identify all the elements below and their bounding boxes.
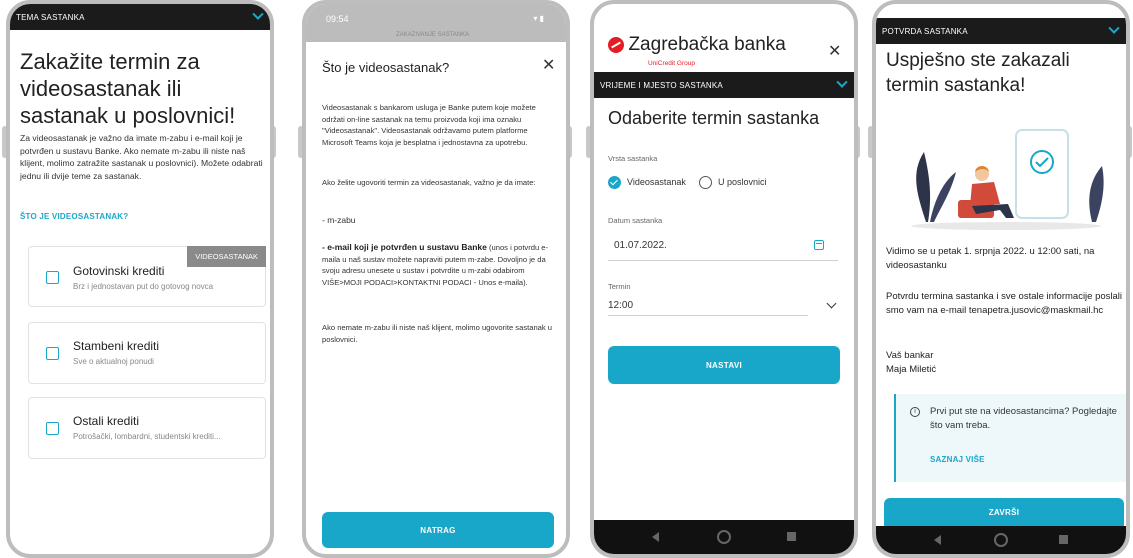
status-icons: ▾ ▮	[533, 14, 544, 23]
date-label: Datum sastanka	[608, 216, 663, 225]
topic-subtitle: Brz i jednostavan put do gotovog novca	[73, 282, 214, 291]
close-icon[interactable]: ✕	[542, 58, 555, 74]
continue-button[interactable]: NASTAVI	[608, 346, 840, 384]
requirement-email: - e-mail koji je potvrđen u sustavu Bank…	[322, 242, 560, 288]
background-page-title: ZAKAZIVANJE SASTANKA	[396, 32, 470, 38]
section-title: TEMA SASTANKA	[16, 12, 85, 22]
video-meeting-tag: VIDEOSASTANAK	[187, 246, 266, 267]
info-text: Prvi put ste na videosastancima? Pogleda…	[930, 406, 1117, 431]
illustration-person-body	[970, 182, 1000, 206]
section-title: POTVRDA SASTANKA	[882, 26, 968, 36]
android-nav-bar	[594, 520, 854, 554]
illustration-leaf-left-2	[930, 172, 956, 222]
what-is-video-meeting-link[interactable]: ŠTO JE VIDEOSASTANAK?	[20, 212, 128, 221]
topic-card-cash-loans[interactable]: VIDEOSASTANAK Gotovinski krediti Brz i j…	[28, 246, 266, 307]
status-time: 09:54	[326, 14, 349, 24]
bank-logo: Zagrebačka banka UniCredit Group	[608, 34, 786, 67]
banker-name: Maja Miletić	[886, 364, 937, 375]
bank-logo-subtitle: UniCredit Group	[648, 60, 695, 67]
illustration-leaf-right	[1089, 166, 1104, 222]
topic-checkbox[interactable]	[46, 271, 59, 284]
bank-logo-mark-icon	[608, 37, 624, 53]
phone-screen-confirmation: POTVRDA SASTANKA Uspješno ste zakazali t…	[872, 0, 1130, 558]
phone-screen-topic: TEMA SASTANKA Zakažite termin za videosa…	[6, 0, 274, 558]
section-header-topic[interactable]: TEMA SASTANKA	[10, 4, 270, 30]
chevron-down-icon	[252, 8, 264, 20]
info-icon: i	[910, 407, 920, 417]
learn-more-link[interactable]: SAZNAJ VIŠE	[930, 455, 985, 464]
topic-subtitle: Potrošački, lombardni, studentski kredit…	[73, 432, 221, 441]
back-button[interactable]: NATRAG	[322, 512, 554, 548]
nav-home-icon[interactable]	[717, 530, 731, 544]
chevron-down-icon	[836, 76, 848, 88]
modal-paragraph: Ako želite ugovoriti termin za videosast…	[322, 178, 536, 187]
info-box: i Prvi put ste na videosastancima? Pogle…	[894, 394, 1126, 482]
topic-checkbox[interactable]	[46, 347, 59, 360]
chevron-down-icon[interactable]	[826, 298, 837, 309]
nav-recents-icon[interactable]	[1059, 535, 1068, 544]
radio-video-meeting-label: Videosastanak	[627, 177, 686, 187]
android-nav-bar	[876, 526, 1126, 554]
illustration-shadow	[911, 222, 1101, 230]
nav-back-icon[interactable]	[934, 535, 941, 545]
nav-back-icon[interactable]	[652, 532, 659, 542]
requirement-email-bold: - e-mail koji je potvrđen u sustavu Bank…	[322, 242, 487, 252]
phone-screen-info-modal: 09:54 ▾ ▮ ZAKAZIVANJE SASTANKA Što je vi…	[302, 0, 570, 558]
status-bar: 09:54 ▾ ▮ ZAKAZIVANJE SASTANKA	[306, 4, 566, 42]
nav-home-icon[interactable]	[994, 533, 1008, 547]
meeting-type-label: Vrsta sastanka	[608, 154, 658, 163]
radio-branch-meeting[interactable]	[699, 176, 712, 189]
topic-card-housing-loans[interactable]: Stambeni krediti Sve o aktualnoj ponudi	[28, 322, 266, 384]
date-input[interactable]: 01.07.2022.	[614, 240, 667, 251]
topic-checkbox[interactable]	[46, 422, 59, 435]
intro-text: Za videosastanak je važno da imate m-zab…	[20, 133, 263, 181]
topic-title: Ostali krediti	[73, 414, 140, 428]
illustration-leaf-left	[916, 152, 931, 222]
topic-card-other-loans[interactable]: Ostali krediti Potrošački, lombardni, st…	[28, 397, 266, 459]
time-field-underline	[608, 315, 808, 316]
calendar-icon[interactable]	[814, 240, 824, 250]
nav-recents-icon[interactable]	[787, 532, 796, 541]
modal-paragraph: Ako nemate m-zabu ili niste naš klijent,…	[322, 323, 553, 344]
radio-branch-meeting-label: U poslovnici	[718, 177, 767, 187]
modal-title: Što je videosastanak?	[322, 60, 450, 75]
date-field-underline	[608, 260, 838, 261]
signoff-text: Vaš bankar	[886, 350, 934, 361]
video-meeting-illustration	[911, 129, 1104, 230]
confirmation-text: Vidimo se u petak 1. srpnja 2022. u 12:0…	[886, 246, 1095, 271]
radio-video-meeting-checked[interactable]	[608, 176, 621, 189]
topic-subtitle: Sve o aktualnoj ponudi	[73, 357, 154, 366]
page-title: Uspješno ste zakazali termin sastanka!	[886, 50, 1070, 96]
topic-title: Stambeni krediti	[73, 339, 160, 353]
phone-screen-schedule: Zagrebačka banka UniCredit Group ✕ VRIJE…	[590, 0, 858, 558]
close-icon[interactable]: ✕	[828, 44, 841, 60]
time-select[interactable]: 12:00	[608, 300, 633, 311]
topic-title: Gotovinski krediti	[73, 264, 165, 278]
email-confirmation-text: Potvrdu termina sastanka i sve ostale in…	[886, 291, 1123, 316]
page-title: Zakažite termin za videosastanak ili sas…	[20, 49, 236, 128]
page-title: Odaberite termin sastanka	[608, 108, 820, 128]
time-label: Termin	[608, 282, 631, 291]
modal-paragraph: Videosastanak s bankarom usluga je Banke…	[322, 103, 536, 147]
info-modal: Što je videosastanak? ✕ Videosastanak s …	[306, 42, 566, 554]
section-title: VRIJEME I MJESTO SASTANKA	[600, 80, 723, 90]
bank-logo-text: Zagrebačka banka	[628, 34, 786, 55]
section-header-time-place[interactable]: VRIJEME I MJESTO SASTANKA	[594, 72, 854, 98]
requirement-mzaba: - m-zabu	[322, 215, 356, 225]
chevron-down-icon	[1108, 22, 1120, 34]
section-header-confirmation[interactable]: POTVRDA SASTANKA	[876, 18, 1126, 44]
